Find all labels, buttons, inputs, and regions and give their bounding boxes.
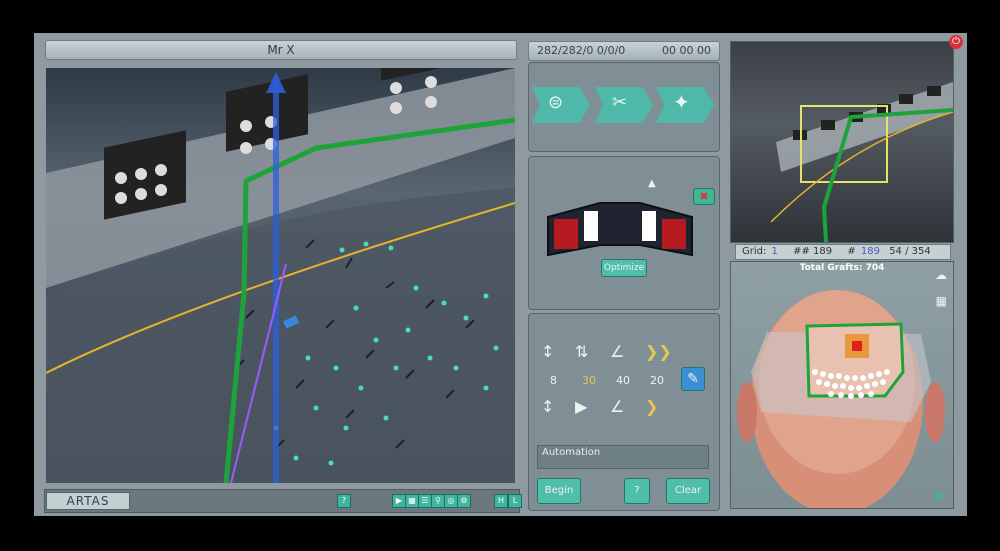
harvest-icon: ⊜	[548, 92, 564, 113]
grid-label: Grid:	[742, 246, 767, 257]
patient-title-bar: Mr X	[45, 40, 517, 60]
overview-overlay	[770, 82, 953, 242]
play-icon[interactable]: ▶	[392, 494, 406, 508]
fiducial-white-left	[584, 211, 598, 241]
close-icon[interactable]: ✖	[693, 188, 715, 205]
current-grid-red	[852, 341, 862, 351]
param-spacing-value: 20	[650, 374, 664, 387]
patient-name: Mr X	[267, 43, 295, 57]
automation-label: Automation	[542, 447, 601, 458]
status-counts: 282/282/0 0/0/0	[537, 44, 626, 57]
brush-icon[interactable]: ✎	[681, 367, 705, 391]
fiducial-diagram	[547, 202, 693, 257]
list-icon[interactable]: ☰	[418, 494, 432, 508]
camera-view[interactable]	[46, 68, 515, 483]
depth-icon: ↕	[541, 342, 555, 361]
zoom-icon[interactable]: ⚲	[431, 494, 445, 508]
help-button[interactable]: ?	[624, 478, 650, 504]
target-icon[interactable]: ◎	[444, 494, 458, 508]
dissect-spacing-icon: ❯	[645, 397, 659, 416]
dissect-icon: ✂	[612, 92, 628, 113]
h-button[interactable]: H	[494, 494, 508, 508]
grid-hash-hash: ## 189	[793, 246, 833, 257]
begin-button[interactable]: Begin	[537, 478, 581, 504]
dissect-angle-icon: ∠	[610, 397, 625, 416]
punch-icon: ⇅	[575, 342, 589, 361]
grid-hash-value: 189	[860, 246, 880, 257]
grid-fraction: 54 / 354	[889, 246, 931, 257]
cloud-icon[interactable]: ☁	[935, 268, 947, 282]
settings-icon[interactable]: ⚙	[457, 494, 471, 508]
view-icon[interactable]: ▦	[936, 294, 947, 308]
optimize-button[interactable]: Optimize	[601, 259, 647, 277]
overview-camera[interactable]	[730, 41, 954, 243]
grid-status-bar: Grid: 1 ## 189 # 189 54 / 354	[735, 244, 951, 260]
dissect-depth-icon: ↕	[541, 397, 555, 416]
fiducial-white-right	[642, 211, 656, 241]
automation-field: Automation	[537, 445, 709, 469]
implant-icon: ✦	[673, 90, 690, 114]
fiducial-marker-3	[381, 68, 461, 81]
head-model-view[interactable]: Total Grafts: 704 ☁ ▦ ▶	[730, 261, 954, 509]
right-ear	[925, 382, 945, 442]
status-bar: 282/282/0 0/0/0 00 00 00	[528, 41, 720, 61]
mouse-cursor-icon: ▲	[648, 178, 656, 189]
camera-overlay	[46, 68, 515, 483]
l-button[interactable]: L	[508, 494, 522, 508]
param-depth-value: 8	[550, 374, 557, 387]
fiducial-red-left	[554, 219, 578, 249]
total-grafts-label: Total Grafts: 704	[799, 263, 885, 273]
play-small-icon[interactable]: ▶	[936, 488, 945, 502]
angle-icon: ∠	[610, 342, 625, 361]
power-icon[interactable]: ⏻	[949, 35, 963, 49]
grid-value: 1	[771, 246, 778, 257]
param-angle-value: 40	[616, 374, 630, 387]
status-timer: 00 00 00	[662, 44, 711, 57]
grid-icon[interactable]: ▦	[405, 494, 419, 508]
left-ear	[737, 382, 757, 442]
fiducial-red-right	[662, 219, 686, 249]
param-punch-value: 30	[582, 374, 596, 387]
clear-button[interactable]: Clear	[666, 478, 710, 504]
artas-logo: ARTAS	[46, 492, 130, 510]
bottom-toolbar-help-button[interactable]: ?	[337, 494, 351, 508]
spacing-icon: ❯❯	[645, 342, 672, 361]
dissect-speed-icon: ▶	[575, 397, 588, 416]
head-model	[737, 290, 945, 508]
overview-fiducial-strip	[776, 82, 953, 172]
